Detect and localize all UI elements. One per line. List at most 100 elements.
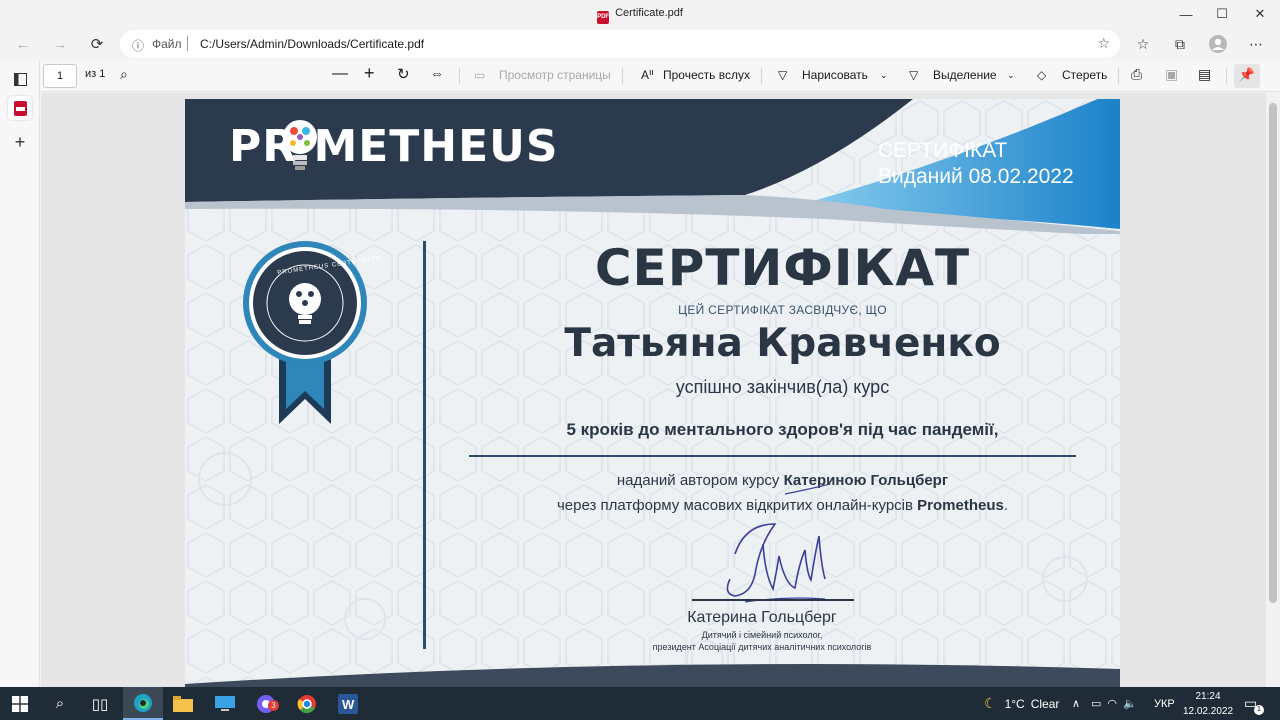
recipient-name: Татьяна Кравченко [564, 321, 1001, 366]
file-label: Файл [152, 37, 182, 51]
sidebar-toggle-icon[interactable] [8, 67, 32, 91]
prometheus-logo: PR METHEUS [229, 121, 559, 172]
address-bar[interactable]: ⓘ Файл C:/Users/Admin/Downloads/Certific… [120, 30, 1120, 58]
title-bar: PDF Certificate.pdf — ☐ ✕ [0, 0, 1280, 28]
pin-toolbar-icon[interactable]: 📌 [1234, 64, 1260, 88]
signature-image [726, 484, 831, 603]
new-tab-icon[interactable]: + [8, 130, 32, 154]
notification-count: 1 [1254, 705, 1264, 715]
read-aloud-button[interactable]: Прочесть вслух [663, 68, 750, 82]
add-favorite-icon[interactable]: ☆ [1097, 35, 1110, 52]
finished-text: успішно закінчив(ла) курс [675, 377, 890, 397]
file-explorer-icon[interactable] [163, 687, 203, 720]
scrollbar-thumb[interactable] [1269, 103, 1277, 603]
platform-name: Prometheus [917, 497, 1004, 514]
window-title-text: Certificate.pdf [615, 7, 683, 19]
address-row: ← → ⟳ ⓘ Файл C:/Users/Admin/Downloads/Ce… [0, 28, 1280, 60]
rotate-icon[interactable]: ↻ [397, 65, 410, 83]
wifi-icon[interactable]: ◠ [1107, 697, 1117, 710]
horizontal-divider [469, 455, 1076, 457]
course-name: 5 кроків до ментального здоров'я під час… [566, 420, 999, 439]
save-as-icon[interactable]: ▤ [1198, 66, 1211, 83]
volume-icon[interactable]: 🔈 [1123, 697, 1137, 710]
print-icon[interactable]: ⎙ [1131, 66, 1142, 83]
page-view-icon: ▭ [474, 68, 486, 82]
favorites-icon[interactable]: ☆ [1131, 33, 1155, 55]
maximize-button[interactable]: ☐ [1202, 0, 1242, 28]
page-total: из 1 [85, 68, 106, 80]
edge-taskbar-icon[interactable] [123, 687, 163, 720]
toolbar-separator [1118, 68, 1119, 84]
zoom-out-icon[interactable]: — [332, 65, 348, 83]
refresh-icon[interactable]: ⟳ [84, 32, 110, 56]
system-tray-icons[interactable]: ▭ ◠ 🔈 [1091, 687, 1137, 720]
toolbar-separator [622, 68, 623, 84]
address-separator [187, 36, 188, 51]
read-aloud-icon: Aᐦ [641, 68, 654, 82]
weather-temp: 1°C [1004, 696, 1025, 711]
info-icon[interactable]: ⓘ [132, 37, 144, 54]
signature-line [692, 599, 854, 601]
viber-badge: 3 [268, 700, 279, 711]
platform-line-suffix: . [1003, 497, 1009, 514]
clock[interactable]: 21:24 12.02.2022 [1180, 689, 1236, 719]
vertical-scrollbar[interactable] [1266, 93, 1280, 687]
chrome-icon[interactable] [287, 687, 327, 720]
start-button[interactable] [0, 687, 40, 720]
vertical-divider [423, 241, 426, 649]
draw-icon: ▽ [778, 68, 788, 82]
battery-icon[interactable]: ▭ [1091, 697, 1101, 710]
word-icon[interactable]: W [328, 687, 368, 720]
search-icon[interactable]: ⌕ [40, 687, 80, 720]
certificate-subtitle: ЦЕЙ СЕРТИФІКАТ ЗАСВІДЧУЄ, ЩО [678, 303, 887, 317]
signer-role-2: президент Асоціації дитячих аналітичних … [652, 642, 872, 652]
signer-name: Катерина Гольцберг [687, 609, 837, 626]
collections-icon[interactable]: ⧉ [1168, 33, 1192, 55]
task-view-icon[interactable]: ▯▯ [80, 687, 120, 720]
language-indicator[interactable]: УКР [1154, 687, 1175, 720]
toolbar-separator [761, 68, 762, 84]
url-text[interactable]: C:/Users/Admin/Downloads/Certificate.pdf [200, 37, 424, 51]
minimize-button[interactable]: — [1166, 0, 1206, 28]
eraser-icon: ◇ [1037, 68, 1047, 82]
weather-widget[interactable]: ☾ 1°C Clear [984, 687, 1059, 720]
header-certificate-label: СЕРТИФІКАТ [878, 139, 1008, 162]
desktop-app-icon[interactable] [205, 687, 245, 720]
notifications-icon[interactable]: ▭ 1 [1244, 687, 1264, 720]
forward-icon[interactable]: → [47, 32, 73, 56]
pdf-file-icon: PDF [597, 11, 610, 24]
erase-button[interactable]: Стереть [1062, 68, 1107, 82]
toolbar-separator [459, 68, 460, 84]
highlight-chevron-down-icon[interactable]: ⌄ [1007, 70, 1015, 81]
page-view-button[interactable]: Просмотр страницы [499, 68, 611, 82]
window-title: PDF Certificate.pdf [0, 7, 1280, 24]
pdf-tab-icon[interactable] [8, 96, 32, 120]
search-icon[interactable]: ⌕ [120, 66, 128, 83]
page-number-input[interactable]: 1 [43, 64, 77, 88]
left-sidebar: + [0, 60, 40, 687]
zoom-in-icon[interactable]: + [364, 63, 375, 84]
profile-avatar-icon[interactable] [1206, 33, 1230, 55]
moon-icon: ☾ [984, 695, 997, 711]
viber-icon[interactable]: 3 [246, 687, 286, 720]
draw-button[interactable]: Нарисовать [802, 68, 868, 82]
save-icon: ▣ [1165, 66, 1179, 82]
taskbar: ⌕ ▯▯ 3 W ☾ 1°C Clear ∧ ▭ ◠ 🔈 УКР 21:24 1… [0, 687, 1280, 720]
fit-width-icon[interactable]: ⇔ [430, 65, 444, 81]
more-options-icon[interactable]: ⋯ [1244, 33, 1268, 55]
close-button[interactable]: ✕ [1240, 0, 1280, 28]
header-issued-date: Виданий 08.02.2022 [878, 165, 1074, 188]
pdf-toolbar: 1 из 1 ⌕ — + ↻ ⇔ ▭ Просмотр страницы Aᐦ … [40, 60, 1280, 92]
back-icon[interactable]: ← [10, 32, 36, 56]
clock-time: 21:24 [1195, 691, 1221, 702]
certificate-title: СЕРТИФІКАТ [594, 239, 971, 297]
document-viewport[interactable]: PR METHEUS СЕРТИФІКАТ Виданий 08.02.2022 [41, 93, 1266, 687]
draw-chevron-down-icon[interactable]: ⌄ [880, 70, 888, 81]
signer-role-1: Дитячий і сімейний психолог, [701, 630, 823, 640]
svg-text:W: W [342, 697, 355, 712]
highlight-icon: ▽ [909, 68, 919, 82]
lightbulb-logo-icon [283, 120, 317, 170]
highlight-button[interactable]: Выделение [933, 68, 997, 82]
clock-date: 12.02.2022 [1182, 706, 1234, 717]
show-hidden-icons-chevron-icon[interactable]: ∧ [1072, 687, 1080, 720]
